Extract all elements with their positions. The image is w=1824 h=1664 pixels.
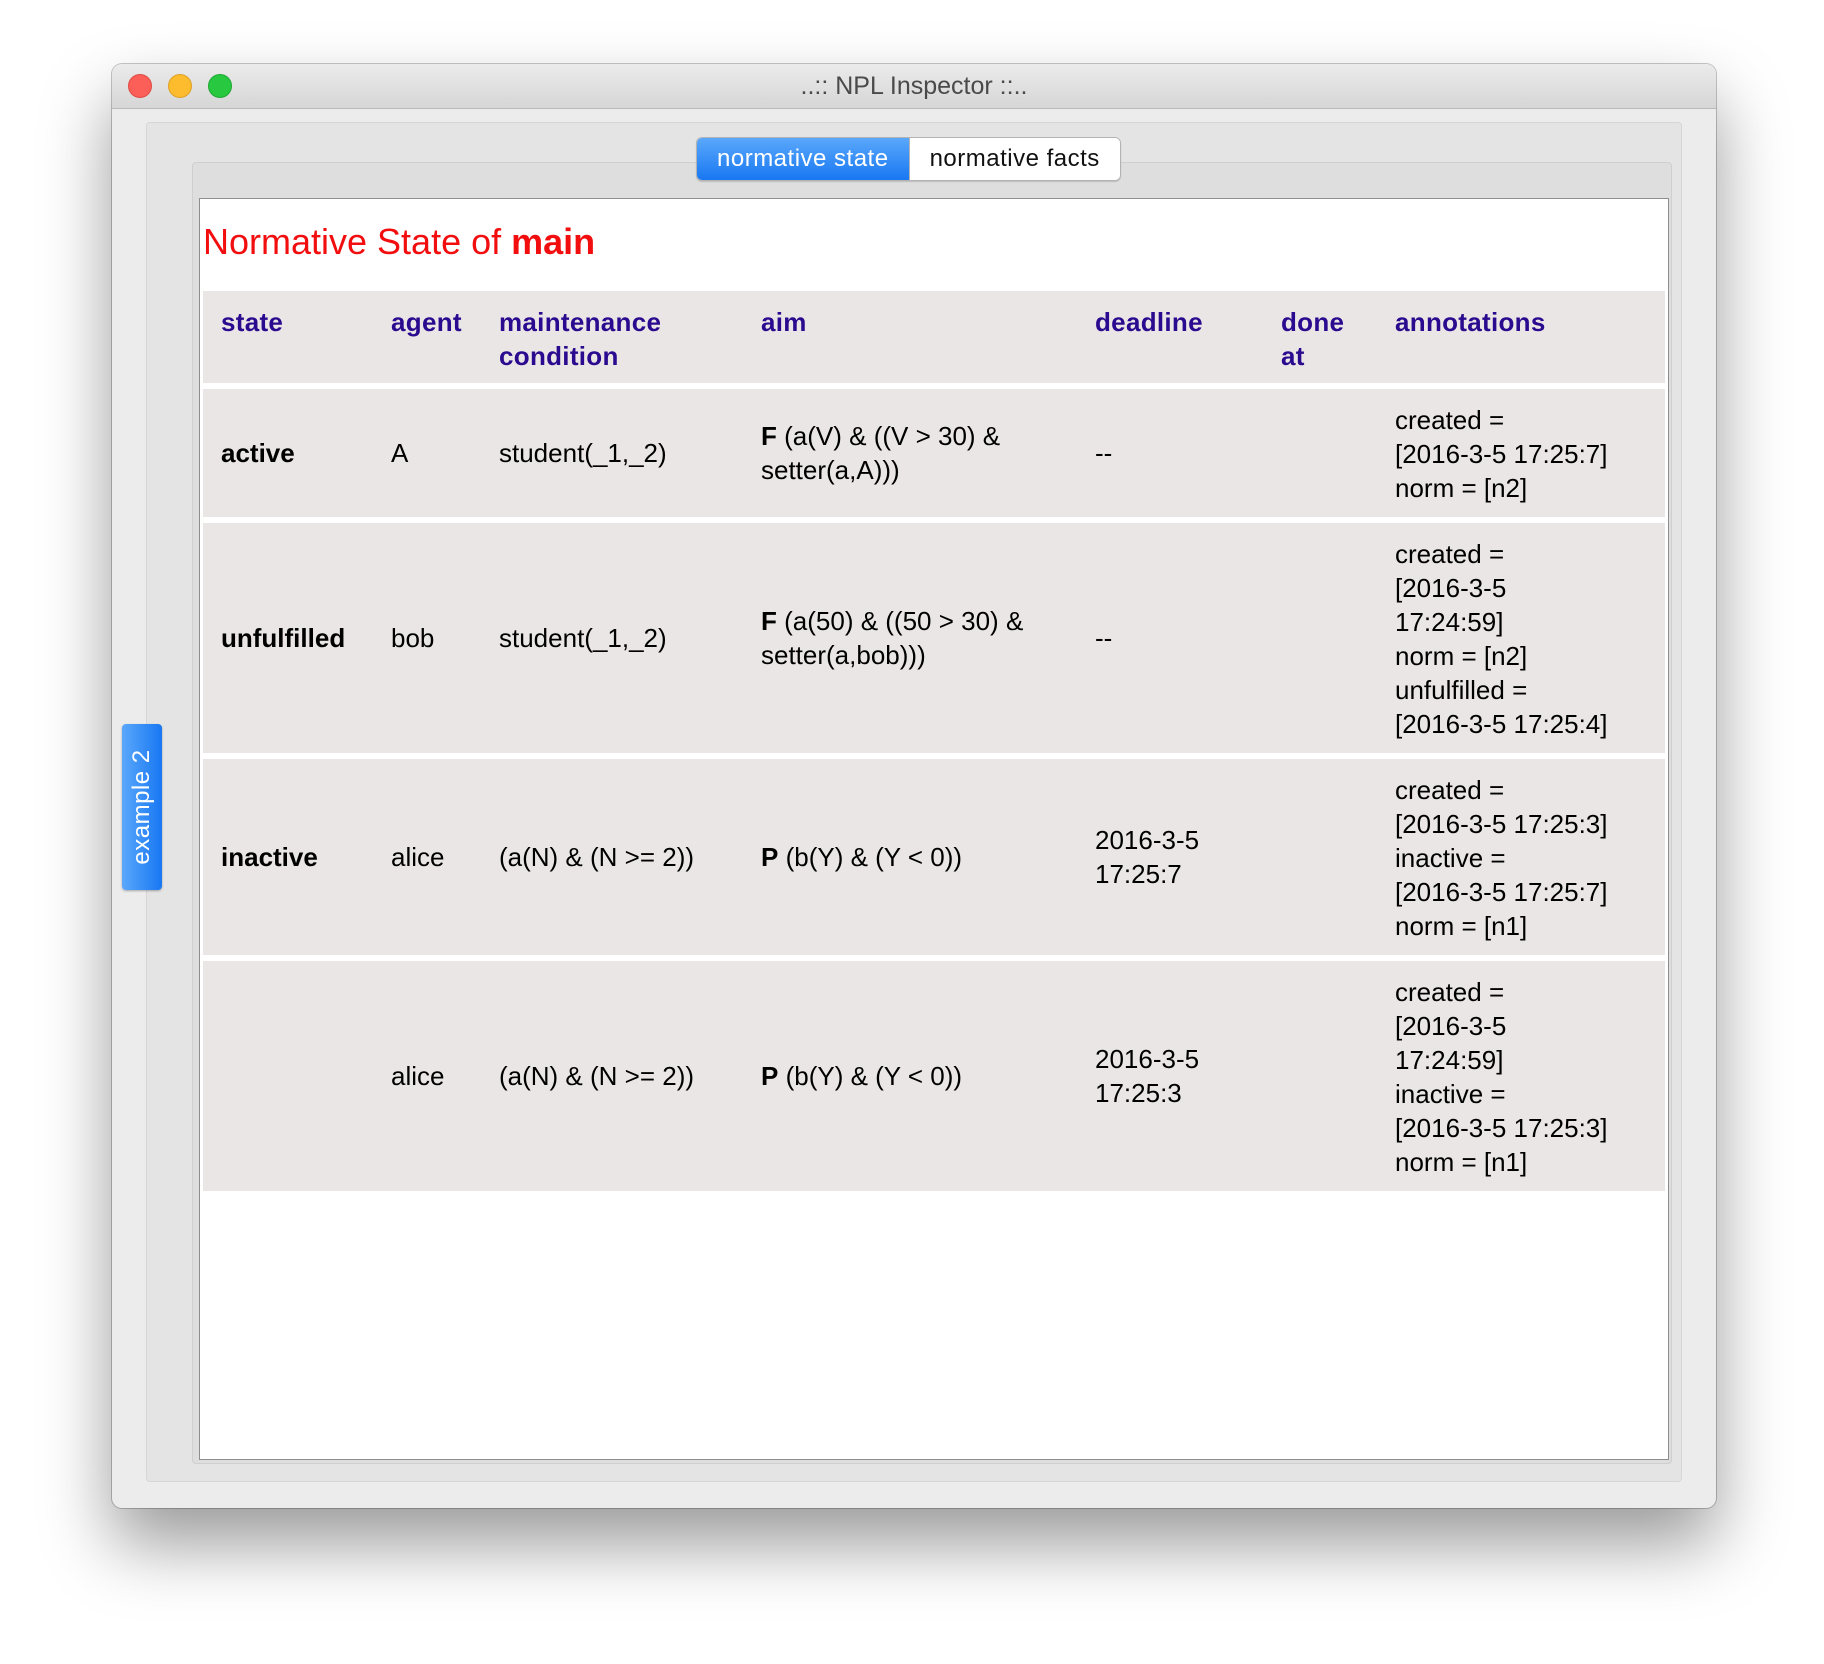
deadline-line: 17:25:3	[1095, 1078, 1182, 1108]
aim-text: (b(Y) & (Y < 0))	[785, 842, 963, 872]
cell-state	[203, 961, 373, 1191]
annotation-line: created =	[1395, 405, 1505, 435]
tab-normative-facts[interactable]: normative facts	[908, 138, 1120, 180]
header-line: condition	[499, 341, 619, 371]
annotation-line: inactive =	[1395, 1079, 1506, 1109]
cell-deadline: --	[1077, 389, 1263, 517]
cell-annotations: created = [2016-3-5 17:25:7] norm = [n2]	[1377, 389, 1665, 517]
cell-done-at	[1263, 523, 1377, 753]
annotation-line: [2016-3-5	[1395, 573, 1507, 603]
header-line: maintenance	[499, 307, 662, 337]
tab-bar: normative state normative facts	[696, 137, 1121, 181]
column-header-state: state	[203, 291, 373, 383]
aim-operator: P	[761, 1061, 779, 1091]
table-row: unfulfilled bob student(_1,_2) F (a(50) …	[203, 523, 1665, 753]
cell-aim: F (a(50) & ((50 > 30) & setter(a,bob)))	[743, 523, 1077, 753]
annotation-line: unfulfilled =	[1395, 675, 1528, 705]
aim-text: (b(Y) & (Y < 0))	[785, 1061, 963, 1091]
table-row: active A student(_1,_2) F (a(V) & ((V > …	[203, 389, 1665, 517]
annotation-line: [2016-3-5 17:25:7]	[1395, 877, 1608, 907]
cell-deadline: 2016-3-5 17:25:7	[1077, 759, 1263, 955]
header-line: at	[1281, 341, 1305, 371]
annotation-line: norm = [n1]	[1395, 911, 1528, 941]
cell-agent: bob	[373, 523, 481, 753]
aim-operator: F	[761, 606, 777, 636]
column-header-annotations: annotations	[1377, 291, 1665, 383]
cell-aim: F (a(V) & ((V > 30) & setter(a,A)))	[743, 389, 1077, 517]
aim-text: (a(50) & ((50 > 30) &	[784, 606, 1024, 636]
cell-state: inactive	[203, 759, 373, 955]
annotation-line: [2016-3-5 17:25:3]	[1395, 1113, 1608, 1143]
aim-text: setter(a,bob)))	[761, 640, 926, 670]
aim-text: (a(V) & ((V > 30) &	[784, 421, 1001, 451]
deadline-line: 2016-3-5	[1095, 825, 1200, 855]
table-row: alice (a(N) & (N >= 2)) P (b(Y) & (Y < 0…	[203, 961, 1665, 1191]
page-title-prefix: Normative State of	[203, 221, 502, 262]
aim-operator: F	[761, 421, 777, 451]
normative-state-table: state agent maintenance condition aim de…	[203, 285, 1665, 1197]
annotation-line: [2016-3-5 17:25:3]	[1395, 809, 1608, 839]
cell-agent: alice	[373, 961, 481, 1191]
cell-agent: alice	[373, 759, 481, 955]
cell-state: active	[203, 389, 373, 517]
cell-state: unfulfilled	[203, 523, 373, 753]
aim-text: setter(a,A)))	[761, 455, 900, 485]
cell-agent: A	[373, 389, 481, 517]
header-line: done	[1281, 307, 1345, 337]
tab-normative-state[interactable]: normative state	[697, 138, 909, 180]
side-tab-example-2[interactable]: example 2	[122, 724, 162, 890]
deadline-line: 17:25:7	[1095, 859, 1182, 889]
annotation-line: norm = [n2]	[1395, 641, 1528, 671]
title-bar: ..:: NPL Inspector ::..	[112, 64, 1716, 109]
cell-aim: P (b(Y) & (Y < 0))	[743, 759, 1077, 955]
npl-inspector-window: ..:: NPL Inspector ::.. normative state …	[112, 64, 1716, 1508]
annotation-line: 17:24:59]	[1395, 607, 1504, 637]
cell-maintenance: (a(N) & (N >= 2))	[481, 759, 743, 955]
annotation-line: norm = [n1]	[1395, 1147, 1528, 1177]
deadline-line: 2016-3-5	[1095, 1044, 1200, 1074]
page-title: Normative State of main	[203, 221, 595, 263]
column-header-agent: agent	[373, 291, 481, 383]
cell-deadline: --	[1077, 523, 1263, 753]
cell-annotations: created = [2016-3-5 17:24:59] inactive =…	[1377, 961, 1665, 1191]
cell-done-at	[1263, 389, 1377, 517]
annotation-line: norm = [n2]	[1395, 473, 1528, 503]
side-tab-label: example 2	[128, 749, 155, 865]
column-header-deadline: deadline	[1077, 291, 1263, 383]
cell-maintenance: student(_1,_2)	[481, 523, 743, 753]
aim-operator: P	[761, 842, 779, 872]
table-header-row: state agent maintenance condition aim de…	[203, 291, 1665, 383]
deadline-line: --	[1095, 623, 1113, 653]
column-header-aim: aim	[743, 291, 1077, 383]
cell-deadline: 2016-3-5 17:25:3	[1077, 961, 1263, 1191]
annotation-line: [2016-3-5 17:25:4]	[1395, 709, 1608, 739]
cell-done-at	[1263, 961, 1377, 1191]
annotation-line: [2016-3-5	[1395, 1011, 1507, 1041]
cell-maintenance: student(_1,_2)	[481, 389, 743, 517]
cell-annotations: created = [2016-3-5 17:24:59] norm = [n2…	[1377, 523, 1665, 753]
annotation-line: created =	[1395, 977, 1505, 1007]
cell-maintenance: (a(N) & (N >= 2))	[481, 961, 743, 1191]
annotation-line: inactive =	[1395, 843, 1506, 873]
annotation-line: 17:24:59]	[1395, 1045, 1504, 1075]
cell-annotations: created = [2016-3-5 17:25:3] inactive = …	[1377, 759, 1665, 955]
column-header-done-at: done at	[1263, 291, 1377, 383]
table-row: inactive alice (a(N) & (N >= 2)) P (b(Y)…	[203, 759, 1665, 955]
column-header-maintenance-condition: maintenance condition	[481, 291, 743, 383]
cell-done-at	[1263, 759, 1377, 955]
content-pane: Normative State of main state agent main…	[199, 198, 1669, 1460]
annotation-line: [2016-3-5 17:25:7]	[1395, 439, 1608, 469]
deadline-line: --	[1095, 438, 1113, 468]
annotation-line: created =	[1395, 539, 1505, 569]
page-title-name: main	[511, 221, 596, 262]
window-title: ..:: NPL Inspector ::..	[800, 72, 1028, 100]
cell-aim: P (b(Y) & (Y < 0))	[743, 961, 1077, 1191]
annotation-line: created =	[1395, 775, 1505, 805]
